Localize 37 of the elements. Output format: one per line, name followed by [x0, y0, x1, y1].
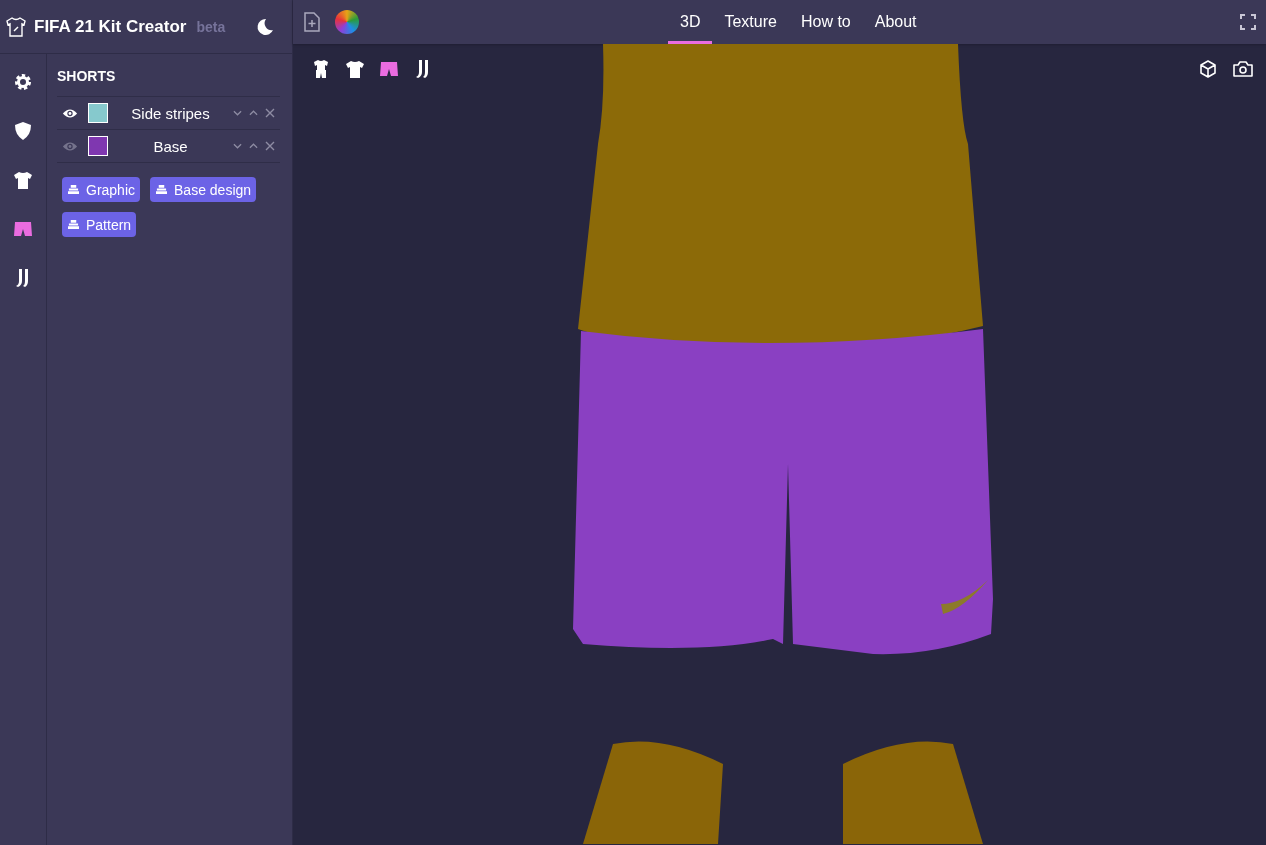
kit-icon[interactable] [311, 59, 331, 79]
layers-stack-icon [155, 184, 169, 195]
layer-name: Base [152, 137, 189, 155]
color-swatch[interactable] [88, 103, 108, 123]
shirt-icon[interactable] [345, 59, 365, 79]
nav-tab[interactable]: How to [788, 0, 863, 44]
color-wheel-icon[interactable] [335, 10, 359, 34]
section-heading: SHORTS [57, 68, 117, 84]
fullscreen-icon[interactable] [1240, 14, 1256, 30]
shorts-icon[interactable] [13, 219, 33, 239]
layers-stack-icon [67, 184, 80, 195]
close-icon[interactable] [265, 141, 275, 151]
chevron-down-icon[interactable] [233, 143, 242, 149]
add-layer-button[interactable]: Pattern [62, 212, 137, 237]
gear-icon[interactable] [13, 72, 33, 92]
camera-icon[interactable] [1232, 59, 1254, 79]
chevron-up-icon[interactable] [249, 143, 258, 149]
add-layer-button[interactable]: Base design [150, 177, 257, 202]
layer-name: Side stripes [130, 104, 211, 122]
beta-label: beta [196, 18, 227, 35]
nav-tab[interactable]: About [862, 0, 929, 44]
nav-tab[interactable]: Texture [712, 0, 789, 44]
shirt-pencil-icon [4, 14, 28, 39]
shorts-icon[interactable] [379, 59, 399, 79]
shirt-icon[interactable] [13, 170, 33, 190]
add-layer-button[interactable]: Graphic [62, 177, 141, 202]
chevron-up-icon[interactable] [249, 110, 258, 116]
chevron-down-icon[interactable] [233, 110, 242, 116]
tick-logo [941, 580, 988, 614]
close-icon[interactable] [265, 108, 275, 118]
color-swatch[interactable] [88, 136, 108, 156]
app-title: FIFA 21 Kit Creator [34, 16, 187, 37]
cube-icon[interactable] [1198, 59, 1218, 79]
new-file-icon[interactable] [303, 12, 321, 32]
eye-icon[interactable] [62, 107, 78, 119]
layers-stack-icon [67, 219, 80, 230]
shield-icon[interactable] [13, 121, 33, 141]
